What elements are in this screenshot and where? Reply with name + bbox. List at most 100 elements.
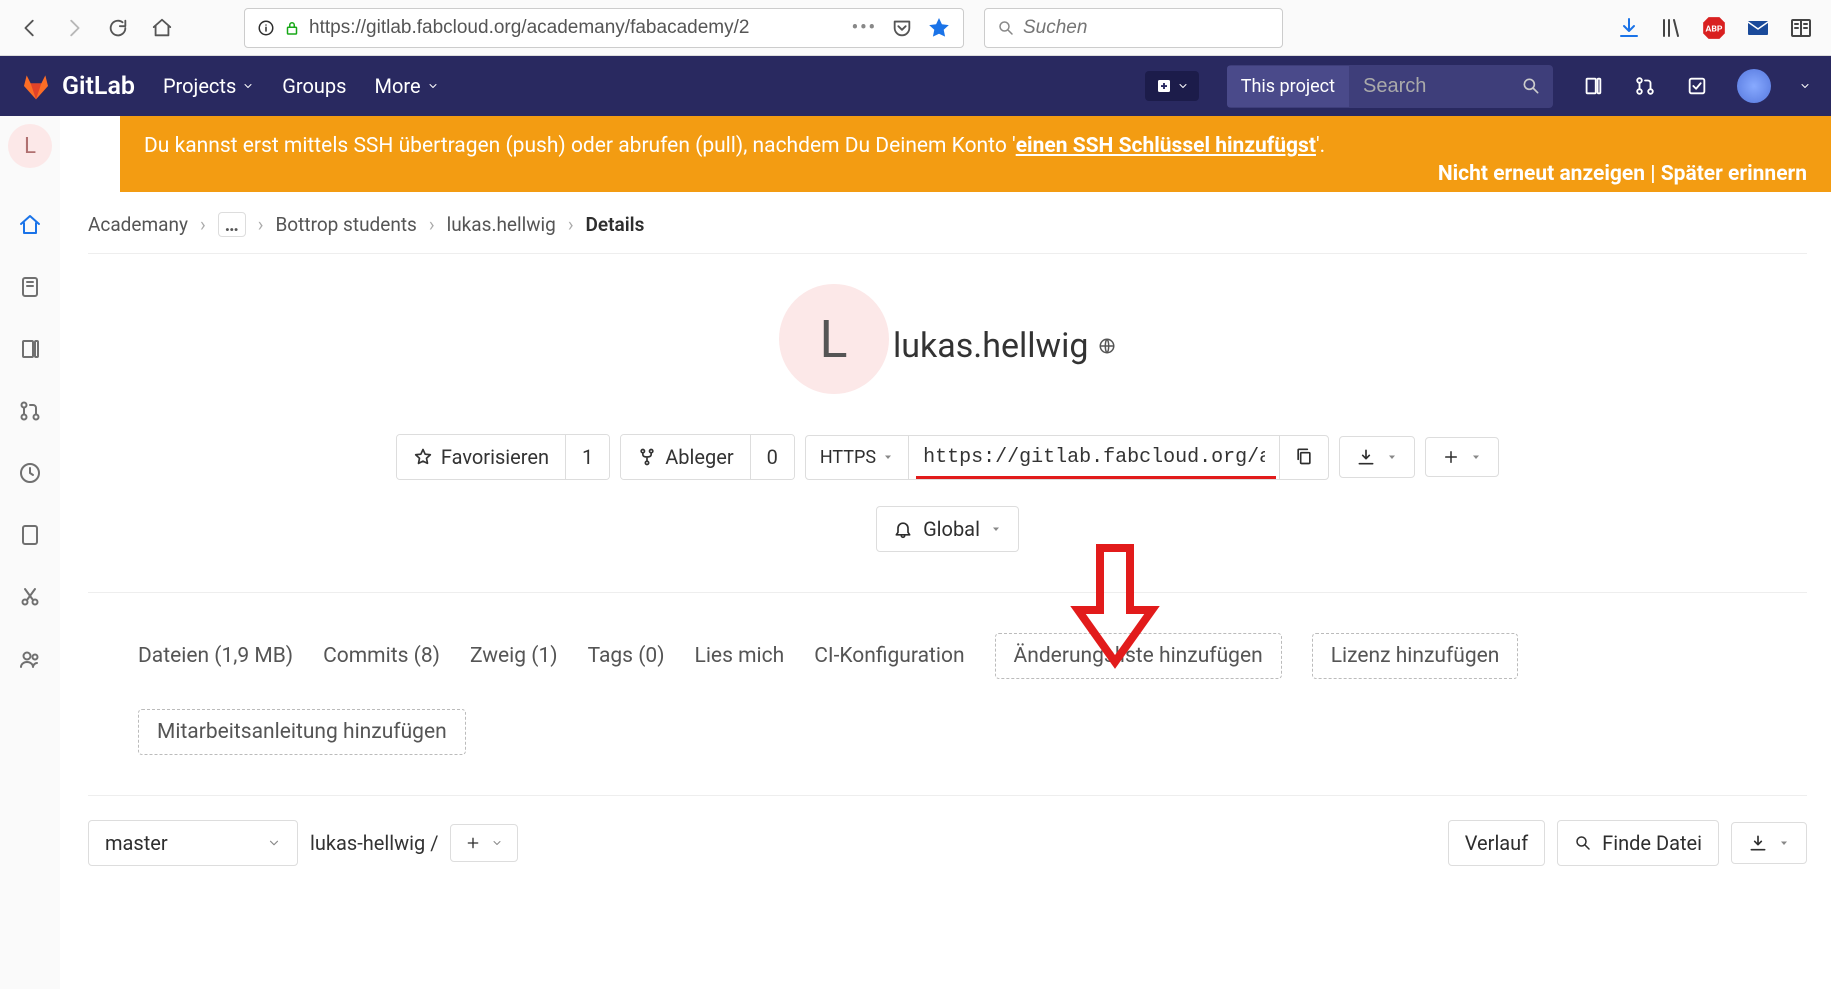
fork-group: Ableger 0 (620, 434, 795, 480)
rail-repository-icon[interactable] (17, 274, 43, 300)
file-add-dropdown[interactable] (450, 824, 518, 862)
adblock-icon[interactable]: ABP (1701, 15, 1727, 41)
stat-tags[interactable]: Tags (0) (588, 644, 665, 668)
fork-button[interactable]: Ableger (621, 435, 750, 479)
url-input[interactable] (309, 17, 844, 39)
download-icon (1356, 447, 1376, 467)
add-contributing-button[interactable]: Mitarbeitsanleitung hinzufügen (138, 709, 466, 755)
stat-files[interactable]: Dateien (1,9 MB) (138, 644, 293, 668)
svg-text:ABP: ABP (1706, 24, 1723, 34)
copy-url-button[interactable] (1279, 436, 1328, 479)
chevron-down-icon (267, 836, 281, 850)
home-button[interactable] (150, 16, 174, 40)
rail-issues-icon[interactable] (17, 336, 43, 362)
left-sidebar: L (0, 116, 60, 989)
reader-icon[interactable] (1789, 16, 1813, 40)
download-dropdown-bottom[interactable] (1731, 822, 1807, 864)
gitlab-brand-text: GitLab (62, 72, 135, 101)
ssh-key-banner: Du kannst erst mittels SSH übertragen (p… (120, 116, 1831, 192)
annotation-underline (916, 476, 1276, 480)
globe-icon (1098, 337, 1116, 355)
rail-members-icon[interactable] (17, 646, 43, 672)
star-button[interactable]: Favorisieren (397, 435, 566, 479)
header-search-input[interactable] (1349, 65, 1509, 108)
clone-url-input[interactable] (909, 436, 1279, 479)
project-avatar: L (779, 284, 889, 394)
rail-wiki-icon[interactable] (17, 522, 43, 548)
branch-dropdown[interactable]: master (88, 820, 298, 866)
crumb-project[interactable]: lukas.hellwig (447, 213, 556, 236)
downloads-icon[interactable] (1617, 16, 1641, 40)
add-license-button[interactable]: Lizenz hinzufügen (1312, 633, 1519, 679)
url-bar[interactable]: ••• (244, 8, 964, 48)
todos-icon[interactable] (1685, 74, 1709, 98)
repo-path[interactable]: lukas-hellwig / (310, 831, 438, 855)
crumb-academany[interactable]: Academany (88, 213, 188, 236)
plus-icon (465, 835, 481, 851)
search-icon[interactable] (1521, 76, 1541, 96)
search-icon (997, 19, 1015, 37)
stat-commits[interactable]: Commits (8) (323, 644, 440, 668)
reload-button[interactable] (106, 16, 130, 40)
stat-branches[interactable]: Zweig (1) (470, 644, 558, 668)
crumb-bottrop[interactable]: Bottrop students (275, 213, 416, 236)
notification-dropdown[interactable]: Global (876, 506, 1019, 552)
project-rail-avatar[interactable]: L (8, 124, 52, 168)
search-icon (1574, 834, 1592, 852)
pocket-icon[interactable] (891, 17, 913, 39)
rail-home-icon[interactable] (17, 212, 43, 238)
chevron-down-icon (242, 80, 254, 92)
new-dropdown[interactable] (1145, 71, 1199, 101)
search-scope[interactable]: This project (1227, 66, 1349, 107)
caret-down-icon (1470, 451, 1482, 463)
browser-search-bar[interactable] (984, 8, 1283, 48)
lock-icon (283, 19, 301, 37)
bookmark-star-icon[interactable] (927, 16, 951, 40)
caret-down-icon (990, 523, 1002, 535)
gitlab-logo[interactable]: GitLab (20, 70, 135, 102)
info-icon (257, 19, 275, 37)
browser-search-input[interactable] (1023, 17, 1270, 39)
nav-projects[interactable]: Projects (163, 74, 254, 98)
copy-icon (1294, 446, 1314, 466)
rail-cicd-icon[interactable] (17, 460, 43, 486)
user-avatar[interactable] (1737, 69, 1771, 103)
caret-down-icon (1778, 837, 1790, 849)
nav-groups[interactable]: Groups (282, 74, 346, 98)
crumb-ellipsis[interactable]: … (218, 212, 246, 237)
stat-readme[interactable]: Lies mich (695, 644, 785, 668)
page-actions-icon[interactable]: ••• (852, 17, 877, 38)
plus-dropdown[interactable] (1425, 437, 1499, 477)
star-count[interactable]: 1 (566, 435, 609, 479)
add-changelog-button[interactable]: Änderungsliste hinzufügen (995, 633, 1282, 679)
gitlab-header: GitLab Projects Groups More This project (0, 56, 1831, 116)
ssh-key-link[interactable]: einen SSH Schlüssel hinzufügst (1016, 134, 1316, 158)
issues-icon[interactable] (1581, 74, 1605, 98)
rail-merge-requests-icon[interactable] (17, 398, 43, 424)
caret-down-icon (1386, 451, 1398, 463)
caret-down-icon (882, 451, 894, 463)
download-dropdown[interactable] (1339, 436, 1415, 478)
banner-dont-show[interactable]: Nicht erneut anzeigen (1438, 162, 1645, 186)
star-icon (413, 447, 433, 467)
header-search[interactable]: This project (1227, 65, 1553, 108)
mail-icon[interactable] (1745, 16, 1771, 40)
project-actions-row: Favorisieren 1 Ableger 0 HTTPS (88, 434, 1807, 480)
clone-protocol-dropdown[interactable]: HTTPS (806, 436, 909, 479)
forward-button[interactable] (62, 16, 86, 40)
library-icon[interactable] (1659, 16, 1683, 40)
banner-later[interactable]: Später erinnern (1661, 162, 1807, 186)
chevron-down-icon[interactable] (1799, 80, 1811, 92)
history-button[interactable]: Verlauf (1448, 820, 1545, 866)
breadcrumb: Academany › … › Bottrop students › lukas… (88, 192, 1807, 254)
project-stats-row: Dateien (1,9 MB) Commits (8) Zweig (1) T… (88, 592, 1807, 775)
stat-ci[interactable]: CI-Konfiguration (814, 644, 964, 668)
rail-snippets-icon[interactable] (17, 584, 43, 610)
nav-more[interactable]: More (374, 74, 438, 98)
find-file-button[interactable]: Finde Datei (1557, 820, 1719, 866)
fork-count[interactable]: 0 (751, 435, 794, 479)
plus-icon (1155, 77, 1173, 95)
chevron-down-icon (491, 837, 503, 849)
back-button[interactable] (18, 16, 42, 40)
merge-requests-icon[interactable] (1633, 74, 1657, 98)
